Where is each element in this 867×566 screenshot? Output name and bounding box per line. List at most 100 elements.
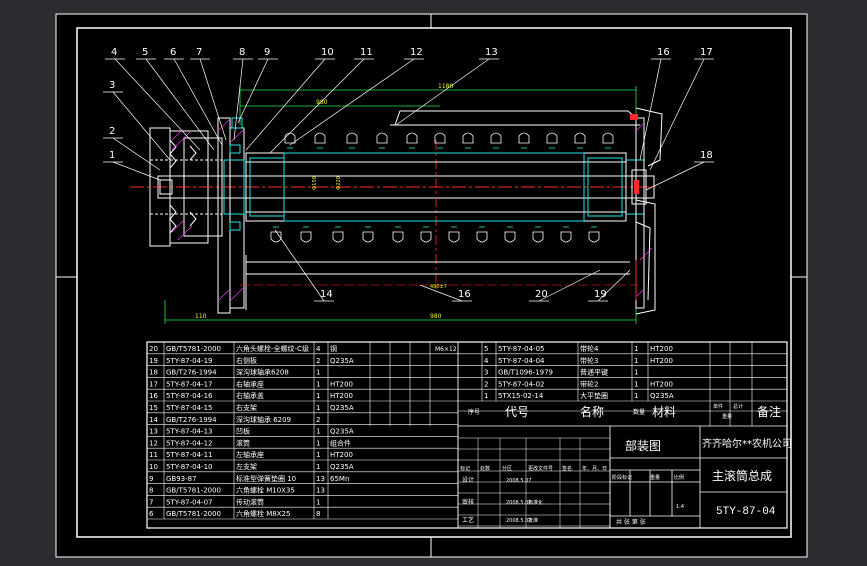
- bom-cell-qty: 4: [316, 345, 321, 353]
- title-view-type: 部装图: [625, 438, 661, 453]
- bom-cell-qty: 13: [316, 475, 325, 483]
- bom-header-material: 材料: [652, 405, 676, 419]
- bom-cell-name: 右侧板: [236, 356, 257, 365]
- bom-cell-qty: 2: [316, 416, 320, 424]
- bom-cell-qty: 1: [316, 498, 320, 506]
- bom-cell-no: 12: [149, 439, 158, 447]
- bom-cell-qty: 1: [634, 392, 638, 400]
- bom-cell-mat: HT200: [330, 392, 353, 400]
- balloon-number: 1: [109, 150, 115, 161]
- bom-cell-code: 5TY-87-04-12: [166, 439, 212, 447]
- bom-cell-qty: 1: [634, 345, 638, 353]
- bom-cell-code: 5TY-87-04-15: [166, 404, 212, 412]
- bom-cell-mat: Q235A: [330, 463, 354, 471]
- bom-cell-qty: 2: [316, 357, 320, 365]
- balloon-number: 19: [594, 289, 607, 300]
- bom-cell-mat: 组合件: [330, 438, 351, 447]
- dim-teeth-gap: 480±7: [430, 284, 447, 290]
- rev-header: 年、月、日: [582, 465, 607, 472]
- role-date: 2008.5.07: [506, 478, 531, 484]
- balloon-number: 8: [239, 47, 245, 58]
- bom-cell-no: 8: [149, 487, 153, 495]
- bom-cell-name: 六角螺栓 M8X25: [236, 509, 290, 518]
- balloon-number: 3: [109, 80, 115, 91]
- bom-cell-qty: 13: [316, 487, 325, 495]
- bom-cell-name: 右轴承盖: [236, 391, 264, 400]
- bom-cell-name: 大平垫圈: [580, 391, 608, 400]
- bom-cell-code: 5TY-87-04-02: [498, 380, 544, 388]
- bom-cell-mat: HT200: [330, 451, 353, 459]
- bom-cell-qty: 1: [316, 451, 320, 459]
- balloon-number: 9: [264, 47, 270, 58]
- balloon-number: 10: [321, 47, 334, 58]
- bom-cell-qty: 1: [634, 369, 638, 377]
- bom-cell-mat: HT200: [650, 345, 673, 353]
- bom-cell-no: 10: [149, 463, 158, 471]
- bom-cell-code: GB/T5781-2000: [166, 487, 221, 495]
- bom-cell-name: 滚筒: [236, 438, 250, 447]
- bom-cell-qty: 1: [316, 428, 320, 436]
- bom-cell-no: 11: [149, 451, 158, 459]
- bom-cell-no: 1: [484, 392, 488, 400]
- bom-header-qty: 数量: [633, 408, 645, 416]
- bom-cell-qty: 1: [316, 439, 320, 447]
- bom-cell-mat: Q235A: [650, 392, 674, 400]
- bom-cell-qty: 1: [316, 404, 320, 412]
- bom-cell-no: 13: [149, 428, 158, 436]
- bom-cell-code: 5TY-87-04-13: [166, 428, 212, 436]
- bom-cell-no: 18: [149, 369, 158, 377]
- dim-shaft-dia-1: Ф150: [312, 176, 318, 190]
- bom-cell-mat: HT200: [330, 380, 353, 388]
- balloon-number: 16: [458, 289, 471, 300]
- bom-cell-code: 5TY-87-04-05: [498, 345, 544, 353]
- bom-cell-qty: 1: [316, 392, 320, 400]
- bom-cell-mat: Q235A: [330, 428, 354, 436]
- bom-header-total: 总计: [733, 403, 743, 410]
- bom-cell-name: 六角螺栓 M10X35: [236, 486, 295, 495]
- bom-cell-name: 左轴承座: [236, 450, 264, 459]
- bom-cell-mat: Q235A: [330, 404, 354, 412]
- bom-header-single: 单件: [713, 403, 723, 410]
- stage-header: 比例: [674, 474, 684, 481]
- bom-cell-no: 20: [149, 345, 158, 353]
- bom-cell-no: 2: [484, 380, 488, 388]
- bom-cell-no: 5: [484, 345, 488, 353]
- bom-cell-name: 带轮4: [580, 344, 599, 353]
- title-drawing-no: 5TY-87-04: [716, 506, 776, 518]
- stage-header: 阶段标记: [612, 474, 632, 481]
- bom-cell-no: 15: [149, 404, 158, 412]
- balloon-number: 5: [142, 47, 148, 58]
- bom-cell-no: 3: [484, 369, 488, 377]
- bom-header-remark: 备注: [757, 404, 781, 419]
- bom-cell-mat: 钢: [330, 344, 337, 353]
- rev-header: 处数: [480, 465, 490, 472]
- bom-cell-qty: 1: [634, 380, 638, 388]
- balloon-number: 16: [657, 47, 670, 58]
- title-sheet-count: 共 张 第 张: [616, 518, 646, 526]
- bom-cell-name: 深沟球轴承 6209: [236, 415, 291, 424]
- bom-cell-code: GB/T276-1994: [166, 416, 217, 424]
- bom-cell-name: 带轮3: [580, 356, 598, 365]
- bom-cell-no: 16: [149, 392, 158, 400]
- bom-cell-code: 5TX15-02-14: [498, 392, 544, 400]
- bom-cell-code: GB/T5781-2000: [166, 510, 221, 518]
- balloon-number: 20: [535, 289, 548, 300]
- bom-cell-no: 19: [149, 357, 158, 365]
- bom-cell-code: 5TY-87-04-17: [166, 380, 212, 388]
- bom-cell-name: 凹板: [236, 427, 250, 436]
- bom-cell-mat: HT200: [650, 380, 673, 388]
- balloon-number: 17: [700, 47, 713, 58]
- rev-header: 更改文件号: [528, 465, 553, 472]
- balloon-number: 18: [700, 150, 713, 161]
- bom-cell-code: 5TY-87-04-04: [498, 357, 545, 365]
- bom-cell-code: 5TY-87-04-10: [166, 463, 212, 471]
- bom-cell-name: 传动滚筒: [236, 497, 264, 506]
- bom-cell-code: 5TY-87-04-16: [166, 392, 213, 400]
- dim-bottom-left: 110: [195, 313, 207, 320]
- bom-cell-no: 17: [149, 380, 158, 388]
- bom-cell-code: GB/T1096-1979: [498, 369, 553, 377]
- bom-cell-code: 5TY-87-04-07: [166, 498, 212, 506]
- bom-cell-qty: 8: [316, 510, 320, 518]
- bom-cell-no: 9: [149, 475, 153, 483]
- bom-header-weight: 重量: [722, 413, 732, 420]
